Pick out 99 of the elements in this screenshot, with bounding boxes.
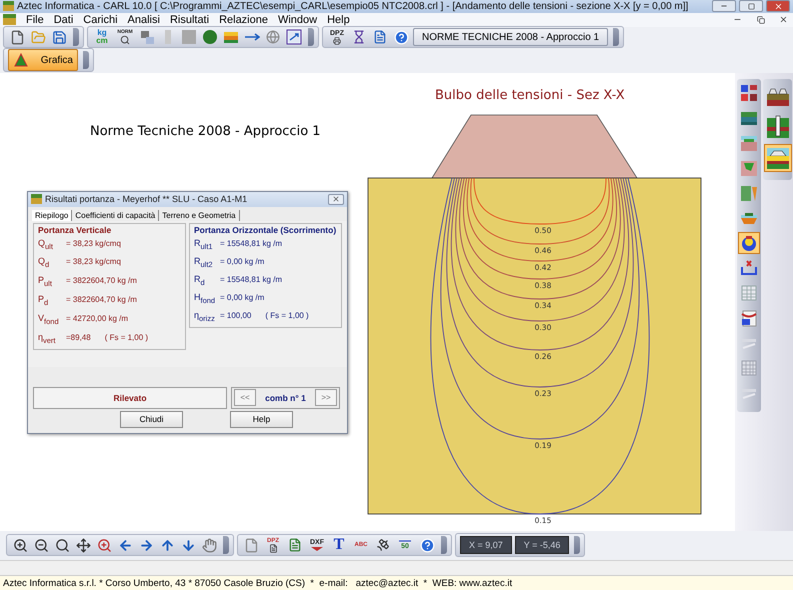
menu-item[interactable]: Carichi	[83, 14, 118, 26]
menu-item[interactable]: Risultati	[170, 14, 210, 26]
formula-value: = 100,00	[220, 311, 252, 320]
menu-item[interactable]: Analisi	[128, 14, 160, 26]
formula-symbol: η$_{orizz}$	[194, 310, 216, 324]
new-file-icon[interactable]	[10, 30, 24, 45]
graphics-button[interactable]: Grafica	[8, 49, 78, 72]
menu-item[interactable]: Dati	[54, 14, 74, 26]
formula-value: = 38,23 kg/cmq	[66, 257, 121, 266]
toolbar-grip[interactable]	[613, 28, 620, 46]
formula-value: = 15548,81 kg /m	[220, 238, 282, 248]
units-button[interactable]: kg cm	[92, 28, 112, 46]
menu-item[interactable]: Relazione	[219, 14, 268, 26]
gradient-layers-icon[interactable]	[223, 29, 239, 46]
formula-value: =89,48	[66, 332, 91, 342]
toolbar-grip[interactable]	[308, 28, 314, 46]
group-heading: Portanza Orizzontale (Scorrimento)	[194, 224, 337, 235]
formula-symbol: R$_{d}$	[194, 274, 206, 287]
formula-symbol: Q$_{d}$	[38, 256, 50, 270]
toolbar-grip[interactable]	[223, 536, 229, 554]
document-icon	[268, 544, 278, 553]
app-icon	[3, 1, 14, 12]
close-icon	[774, 2, 782, 11]
chart-title: Bulbo delle tensioni - Sez X-X	[435, 88, 625, 103]
company-info-text: Aztec Informatica s.r.l. * Corso Umberto, 43 * 87050 Casole Bruzio (CS) * e-mail: aztec@aztec.it * WEB: www.aztec.it	[3, 578, 512, 589]
formula-symbol: R$_{ult1}$	[194, 238, 214, 250]
help-icon[interactable]	[394, 30, 408, 45]
printer-icon	[333, 36, 341, 45]
toolbar-grip[interactable]	[441, 536, 447, 554]
formula-symbol: P$_{ult}$	[38, 275, 53, 288]
search-icon[interactable]	[54, 538, 70, 553]
safety-factor-note: ( Fs = 1,00 )	[265, 311, 309, 320]
hand-icon[interactable]	[202, 538, 216, 553]
formula-value: = 42720,00 kg /m	[66, 314, 128, 323]
formula-symbol: V$_{fond}$	[38, 312, 60, 326]
group-heading: Portanza Verticale	[38, 224, 112, 235]
document-app-icon	[3, 14, 16, 26]
y-coordinate-readout: Y = -5,46	[514, 536, 570, 554]
formula-symbol: H$_{fond}$	[194, 292, 216, 305]
formula-value: = 15548,81 kg /m	[220, 274, 282, 284]
sphere-icon[interactable]	[202, 29, 218, 46]
formula-symbol: Q$_{ult}$	[38, 238, 54, 250]
formula-value: = 0,00 kg /m	[220, 256, 264, 266]
toolbar-grip[interactable]	[574, 536, 580, 554]
page-icon[interactable]	[244, 538, 258, 553]
standard-selector-button[interactable]: NORME TECNICHE 2008 - Approccio 1	[413, 28, 608, 46]
block-icon	[181, 29, 197, 46]
dialog-button[interactable]: Chiudi	[120, 410, 183, 428]
transfer-icon[interactable]	[286, 29, 302, 46]
dialog-button[interactable]: Help	[230, 410, 293, 428]
formula-value: = 3822604,70 kg /m	[66, 295, 137, 304]
formula-value: = 3822604,70 kg /m	[66, 276, 137, 286]
help-icon[interactable]	[420, 538, 434, 553]
satellite-icon[interactable]	[376, 538, 390, 552]
menu-item[interactable]: File	[26, 14, 44, 26]
tab[interactable]: Riepilogo	[32, 210, 72, 221]
restore-icon	[756, 16, 764, 24]
combination-label: comb n° 1	[265, 392, 306, 403]
maximize-icon	[748, 2, 754, 10]
report-document-icon[interactable]	[373, 30, 387, 44]
menu-item[interactable]: Help	[327, 14, 350, 26]
zoom-out-icon[interactable]	[34, 538, 48, 553]
zoom-in-icon[interactable]	[12, 538, 28, 553]
x-coordinate-readout: X = 9,07	[460, 536, 512, 554]
window-title: Aztec Informatica - CARL 10.0 [ C:\Programmi_AZTEC\esempi_CARL\esempio05 NTC2008.crl ] - [Andamento delle tensioni - sezione X-X [y = 0,00 m]]	[17, 0, 690, 12]
next-button[interactable]: >>	[315, 389, 337, 406]
previous-button[interactable]: <<	[234, 389, 256, 406]
formula-symbol: P$_{d}$	[38, 294, 50, 307]
search-icon	[120, 34, 130, 45]
toolbar-grip[interactable]	[83, 51, 89, 70]
toolbar-grip[interactable]	[73, 28, 79, 46]
triangle-icon	[13, 52, 29, 68]
ruler-line-icon	[398, 540, 412, 544]
formula-symbol: R$_{ult2}$	[194, 256, 214, 269]
menu-item[interactable]: Window	[278, 14, 318, 26]
dialog-close-button[interactable]	[328, 194, 344, 205]
tab[interactable]: Terreno e Geometria	[159, 210, 240, 221]
norm-caption: Norme Tecniche 2008 - Approccio 1	[90, 124, 321, 139]
document-icon[interactable]	[288, 538, 302, 552]
close-icon	[332, 195, 340, 204]
triangle-icon	[310, 546, 324, 552]
zoom-window-icon[interactable]	[96, 538, 112, 553]
dialog-app-icon	[31, 194, 42, 204]
maximize-button[interactable]	[739, 0, 763, 12]
close-icon	[779, 15, 788, 24]
formula-value: = 38,23 kg/cmq	[66, 238, 121, 248]
zoom-all-icon[interactable]	[76, 538, 90, 553]
text-tool-button[interactable]: T	[330, 536, 348, 554]
hourglass-icon[interactable]	[352, 30, 366, 44]
formula-symbol: η$_{vert}$	[38, 332, 57, 344]
formula-value: = 0,00 kg /m	[220, 293, 264, 302]
dialog-title: Risultati portanza - Meyerhof ** SLU - Caso A1-M1	[45, 194, 248, 204]
globe-icon[interactable]	[266, 30, 280, 44]
safety-factor-note: ( Fs = 1,00 )	[104, 332, 148, 342]
column-icon	[163, 29, 173, 46]
arrow-right-icon[interactable]	[138, 538, 154, 553]
status-field: Rilevato	[33, 386, 227, 409]
save-icon[interactable]	[52, 30, 66, 45]
arrow-down-icon[interactable]	[180, 538, 196, 553]
